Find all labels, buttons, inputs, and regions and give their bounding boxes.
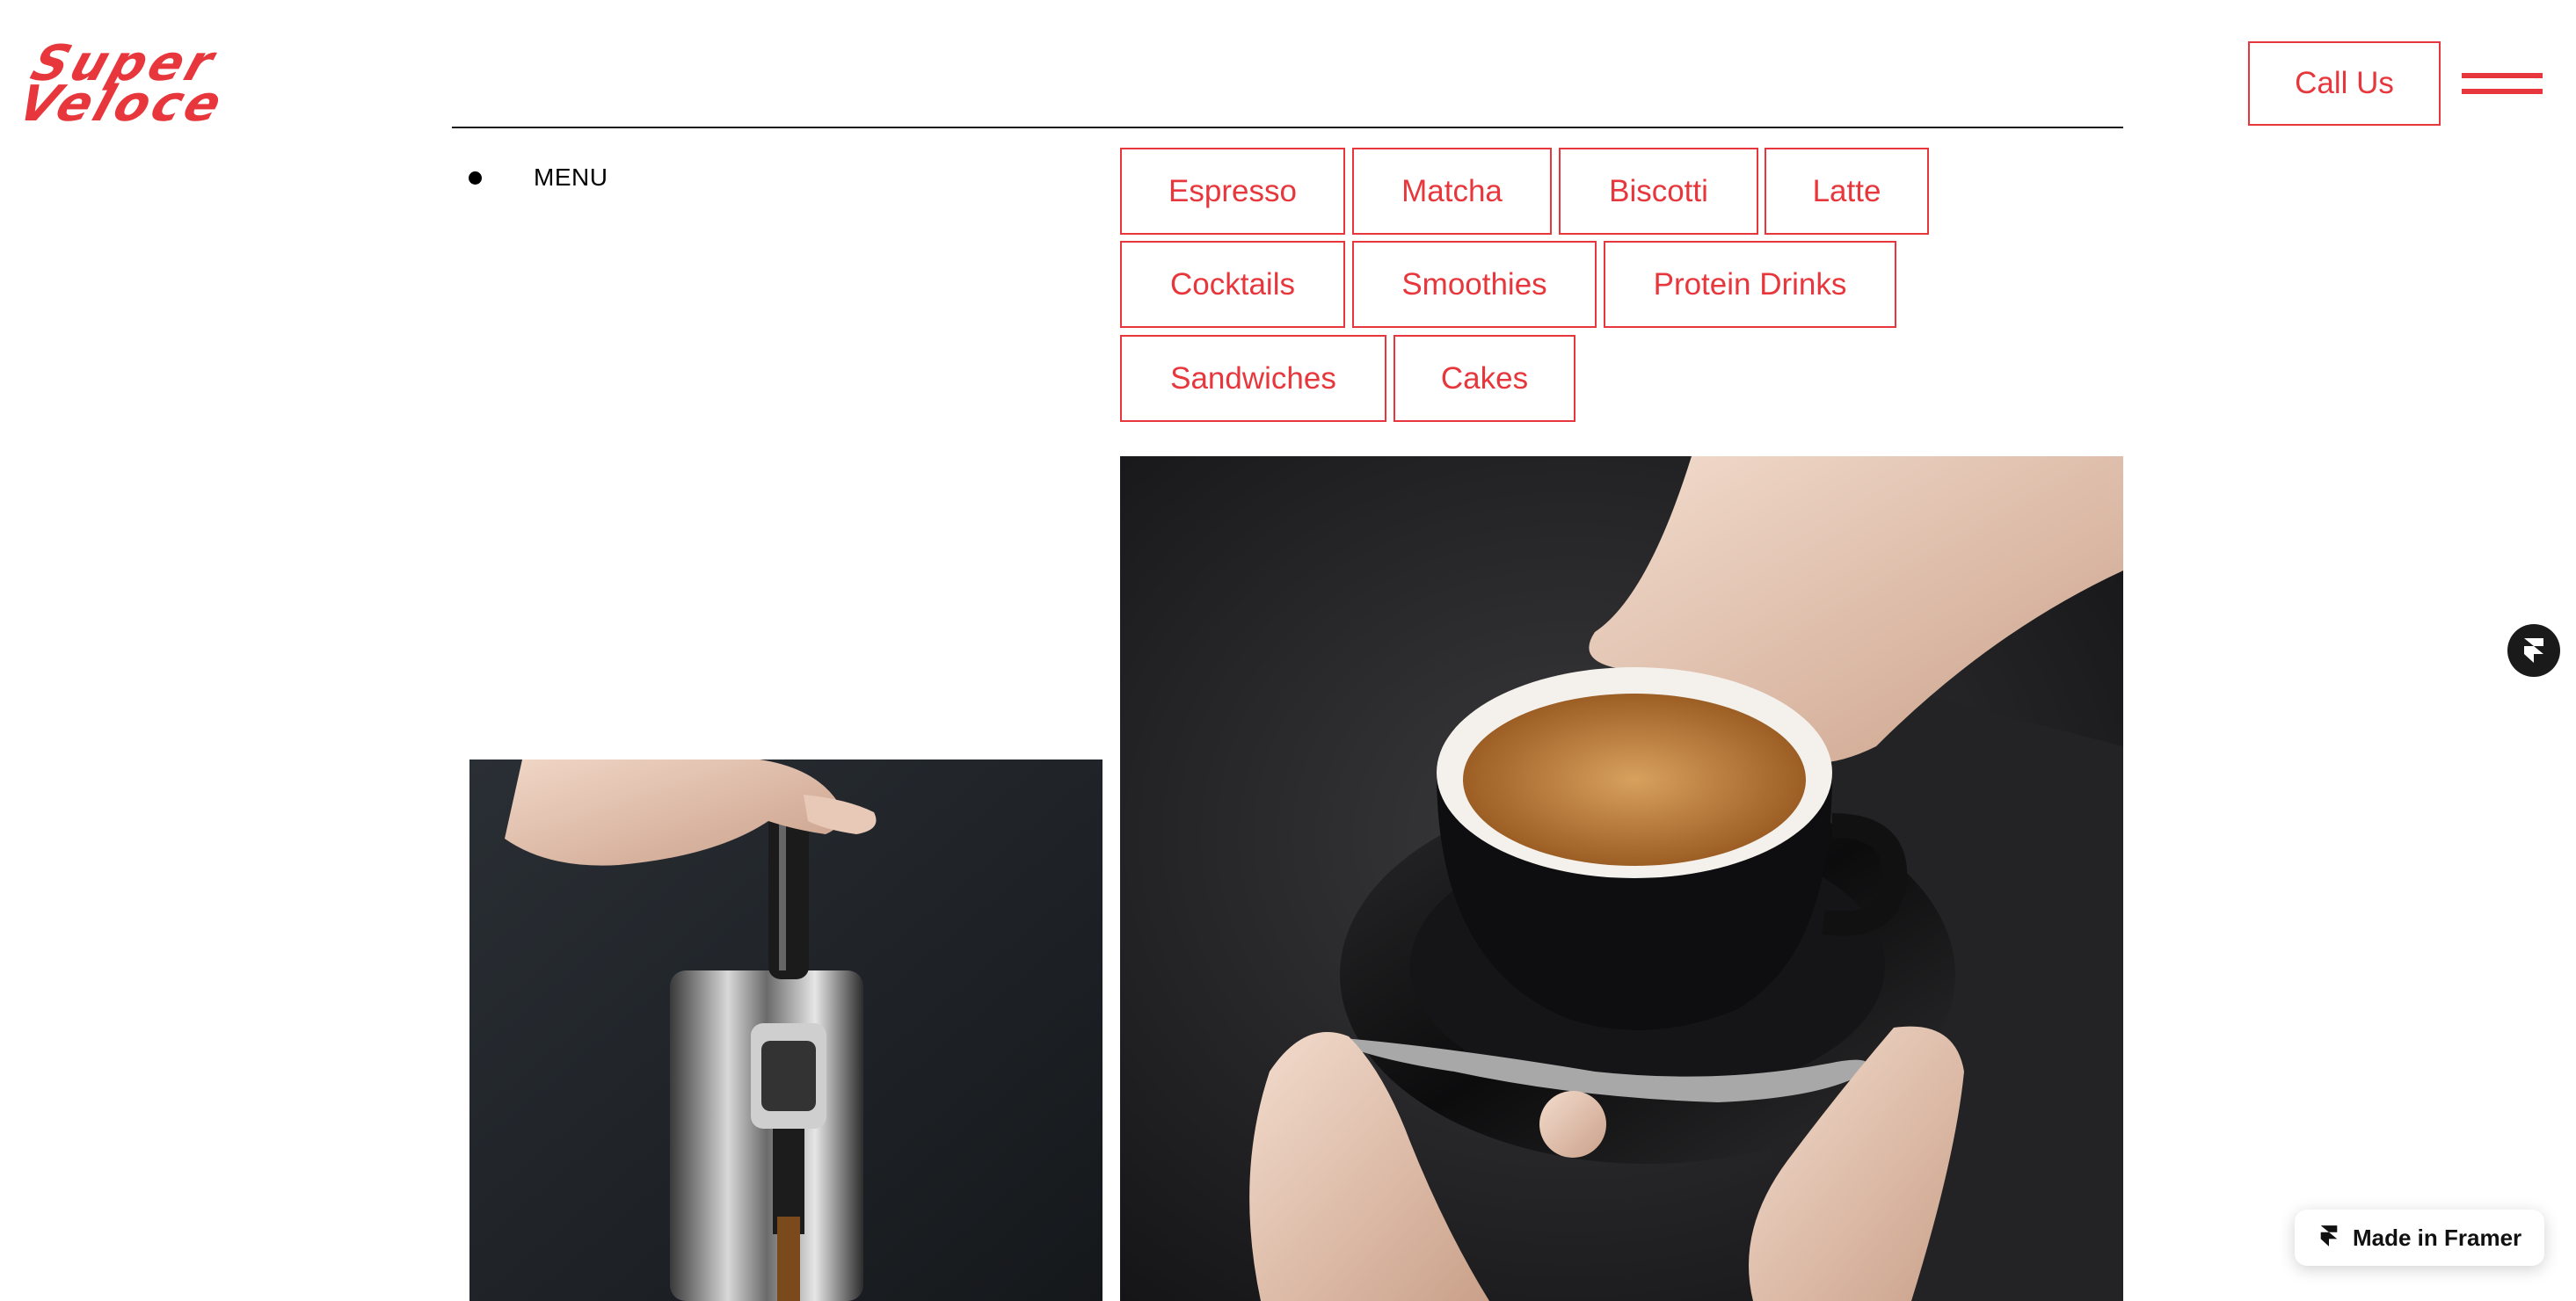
category-tag-cakes[interactable]: Cakes [1394,335,1575,422]
bullet-dot-icon [469,171,482,185]
call-us-button[interactable]: Call Us [2248,41,2441,126]
category-tag-smoothies[interactable]: Smoothies [1352,241,1597,328]
category-tag-sandwiches[interactable]: Sandwiches [1120,335,1386,422]
coffee-tap-photo [469,760,1102,1301]
hamburger-icon[interactable] [2462,73,2543,96]
made-in-framer-badge[interactable]: Made in Framer [2295,1210,2544,1266]
badge-label: Made in Framer [2353,1224,2522,1251]
category-tag-cocktails[interactable]: Cocktails [1120,241,1345,328]
brand-logo[interactable]: Super Veloce [11,35,339,133]
category-tag-latte[interactable]: Latte [1765,148,1929,235]
category-tag-matcha[interactable]: Matcha [1352,148,1552,235]
brand-line-2: Veloce [11,76,232,133]
framer-logo-icon [2319,1223,2339,1254]
category-tag-biscotti[interactable]: Biscotti [1559,148,1758,235]
hamburger-bar [2462,73,2543,78]
framer-logo-icon[interactable] [2507,624,2560,677]
espresso-cup-photo [1120,456,2123,1301]
page: Super Veloce Call Us MENU Espresso Match… [0,0,2576,1301]
hamburger-bar [2462,89,2543,94]
category-tag-protein-drinks[interactable]: Protein Drinks [1604,241,1896,328]
category-tag-espresso[interactable]: Espresso [1120,148,1345,235]
header-divider [452,127,2123,128]
menu-heading: MENU [534,164,608,191]
